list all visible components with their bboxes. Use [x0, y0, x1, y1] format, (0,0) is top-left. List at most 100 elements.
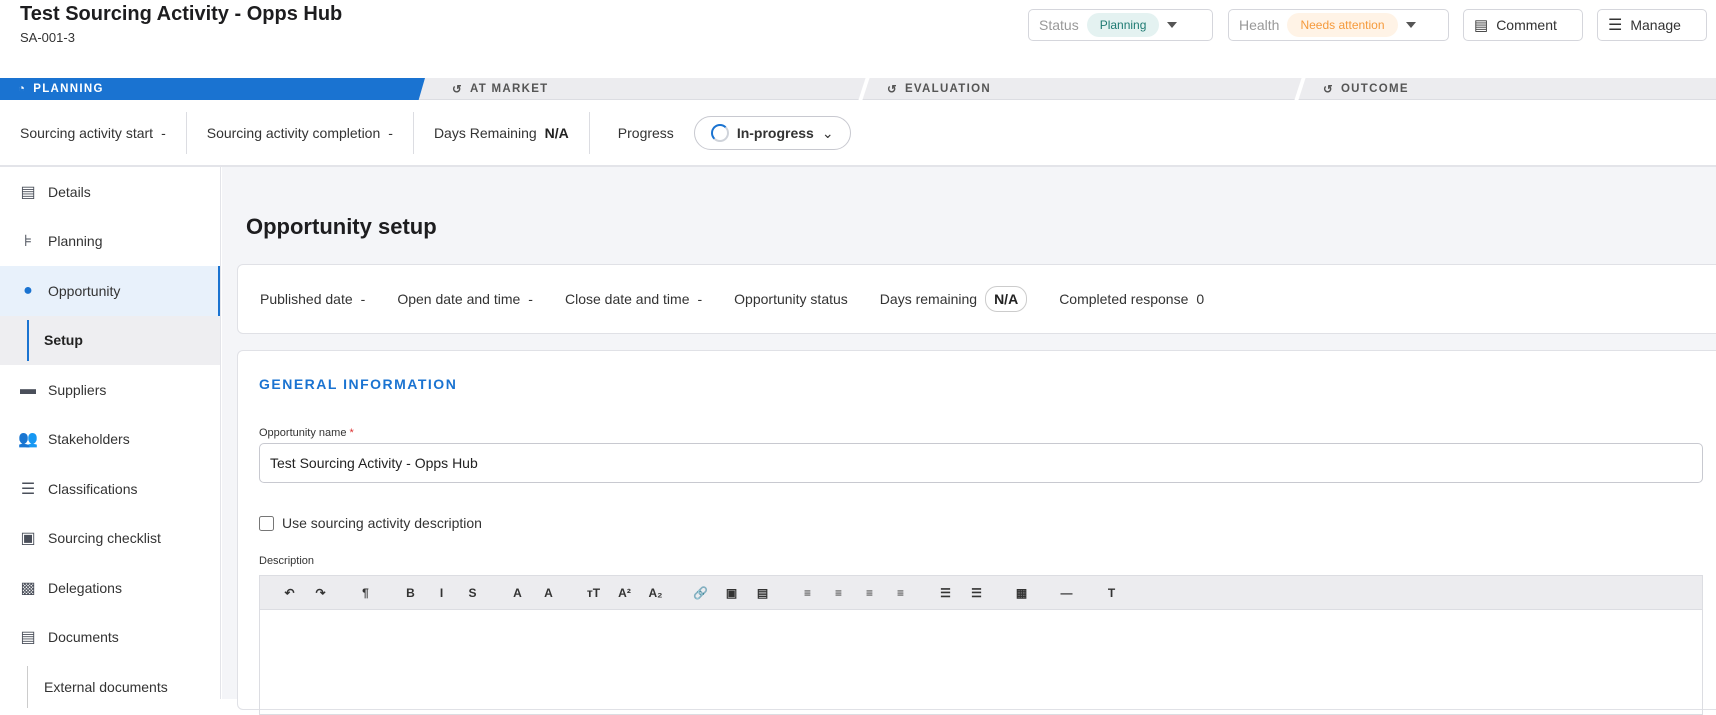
label-text: Opportunity name	[259, 427, 347, 439]
opportunity-icon: ●	[23, 281, 33, 299]
sidebar-item-setup[interactable]: Setup	[0, 315, 220, 365]
page-title: Opportunity setup	[246, 214, 437, 239]
sidebar-item-label: Planning	[48, 233, 103, 250]
document-icon: ▤	[20, 629, 36, 647]
health-label: Health	[1239, 17, 1280, 33]
superscript-icon[interactable]: A²	[609, 586, 640, 600]
summary-value: -	[697, 291, 703, 307]
list-icon: ☰	[20, 480, 36, 498]
italic-icon[interactable]: I	[426, 586, 457, 600]
manage-button[interactable]: ☰ Manage	[1597, 9, 1707, 41]
caret-down-icon	[1167, 22, 1178, 28]
checklist-icon: ▣	[20, 530, 36, 548]
summary-label: Days remaining	[879, 291, 978, 307]
badge-icon: ▩	[20, 579, 36, 597]
strikethrough-icon[interactable]: S	[457, 586, 488, 600]
history-icon: ↺	[1323, 84, 1334, 96]
sidebar-nav: ▤ Details ⊧ Planning ● Opportunity Setup ▬ S…	[0, 167, 221, 708]
sidebar-item-details[interactable]: ▤ Details	[0, 167, 220, 217]
history-icon: ↺	[887, 84, 898, 96]
image-icon[interactable]: ▣	[716, 586, 747, 600]
manage-label: Manage	[1630, 17, 1681, 33]
sidebar-item-sourcing-checklist[interactable]: ▣ Sourcing checklist	[0, 514, 220, 564]
published-date: Published date -	[260, 291, 365, 307]
phase-outcome[interactable]: ↺ OUTCOME	[1323, 78, 1409, 100]
metrics-bar: Sourcing activity start - Sourcing activi…	[0, 101, 1716, 167]
phase-stepper: ◔ PLANNING ↺ AT MARKET ↺ EVALUATION ↺ OUTCOM…	[0, 78, 1716, 100]
sidebar-item-suppliers[interactable]: ▬ Suppliers	[0, 365, 220, 415]
opportunity-name-input[interactable]	[259, 443, 1703, 483]
sidebar-item-opportunity[interactable]: ● Opportunity	[0, 266, 220, 316]
redo-icon[interactable]: ↷	[305, 586, 336, 600]
phase-at-market[interactable]: ↺ AT MARKET	[452, 78, 549, 100]
health-badge: Needs attention	[1287, 13, 1398, 37]
use-description-checkbox[interactable]: Use sourcing activity description	[259, 515, 482, 531]
metric-value: -	[161, 125, 166, 141]
summary-value: -	[360, 291, 366, 307]
bold-icon[interactable]: B	[395, 586, 426, 600]
health-dropdown[interactable]: Health Needs attention	[1228, 9, 1449, 41]
metric-completion: Sourcing activity completion -	[187, 112, 414, 154]
undo-icon[interactable]: ↶	[274, 586, 305, 600]
align-center-icon[interactable]: ≡	[823, 586, 854, 600]
align-right-icon[interactable]: ≡	[854, 586, 885, 600]
summary-value: -	[528, 291, 533, 307]
metric-label: Sourcing activity start	[20, 125, 154, 141]
font-size-icon[interactable]: тT	[578, 586, 609, 600]
metric-start: Sourcing activity start -	[0, 112, 187, 154]
horizontal-rule-icon[interactable]: —	[1051, 586, 1082, 600]
subscript-icon[interactable]: A₂	[640, 586, 671, 600]
progress-dropdown[interactable]: In-progress ⌄	[693, 116, 851, 150]
description-editor[interactable]: ↶ ↷ ¶ B I S A AтT A² A₂ 🔗 ▣ ▤ ≡ ≡ ≡ ≡ ☰ ☰ ▦ — T	[259, 575, 1703, 715]
planning-icon: ⊧	[23, 233, 33, 251]
completed-response: Completed response 0	[1059, 291, 1204, 307]
menu-icon: ☰	[1608, 17, 1623, 34]
sidebar-item-label: Classifications	[48, 480, 138, 497]
required-marker: *	[349, 427, 354, 439]
metric-days: Days Remaining N/A	[414, 112, 590, 154]
sidebar-item-label: Stakeholders	[48, 431, 130, 448]
sidebar-item-label: External documents	[44, 678, 168, 695]
opportunity-name-label: Opportunity name *	[259, 427, 354, 439]
sidebar-item-stakeholders[interactable]: 👥 Stakeholders	[0, 415, 220, 465]
close-date: Close date and time -	[565, 291, 702, 307]
sidebar-item-delegations[interactable]: ▩ Delegations	[0, 563, 220, 613]
clear-format-icon[interactable]: T	[1096, 586, 1127, 600]
link-icon[interactable]: 🔗	[685, 586, 716, 600]
progress-label: Progress	[617, 125, 674, 141]
summary-label: Close date and time	[564, 291, 690, 307]
section-heading: GENERAL INFORMATION	[259, 376, 458, 392]
progress-value: In-progress	[736, 125, 814, 141]
sidebar-item-label: Opportunity	[48, 282, 121, 299]
highlight-icon[interactable]: A	[533, 586, 564, 600]
status-badge: Planning	[1086, 13, 1160, 37]
sidebar-item-documents[interactable]: ▤ Documents	[0, 613, 220, 663]
paragraph-icon[interactable]: ¶	[350, 586, 381, 600]
checkbox[interactable]	[259, 515, 274, 531]
days-remaining: Days remaining N/A	[879, 286, 1028, 312]
history-icon: ↺	[452, 84, 463, 96]
phase-label: EVALUATION	[904, 83, 991, 95]
justify-icon[interactable]: ≡	[885, 586, 916, 600]
sidebar-item-external-documents[interactable]: External documents	[0, 662, 220, 712]
video-icon[interactable]: ▤	[747, 586, 778, 600]
sidebar-item-label: Documents	[48, 629, 119, 646]
table-icon[interactable]: ▦	[1006, 586, 1037, 600]
phase-planning[interactable]: ◔ PLANNING	[0, 78, 425, 100]
phase-label: PLANNING	[33, 83, 104, 95]
phase-evaluation[interactable]: ↺ EVALUATION	[887, 78, 991, 100]
summary-label: Published date	[260, 291, 353, 307]
bullet-list-icon[interactable]: ☰	[930, 586, 961, 600]
sidebar-item-planning[interactable]: ⊧ Planning	[0, 217, 220, 267]
page-header-title: Test Sourcing Activity - Opps Hub	[20, 3, 343, 25]
align-left-icon[interactable]: ≡	[792, 586, 823, 600]
sidebar-item-classifications[interactable]: ☰ Classifications	[0, 464, 220, 514]
font-color-icon[interactable]: A	[502, 586, 533, 600]
sidebar-item-label: Setup	[44, 332, 83, 349]
description-label: Description	[259, 555, 315, 567]
comment-button[interactable]: ▤ Comment	[1463, 9, 1583, 41]
store-icon: ▬	[20, 380, 36, 398]
status-dropdown[interactable]: Status Planning	[1028, 9, 1213, 41]
numbered-list-icon[interactable]: ☰	[961, 586, 992, 600]
sidebar-item-label: Delegations	[48, 579, 122, 596]
